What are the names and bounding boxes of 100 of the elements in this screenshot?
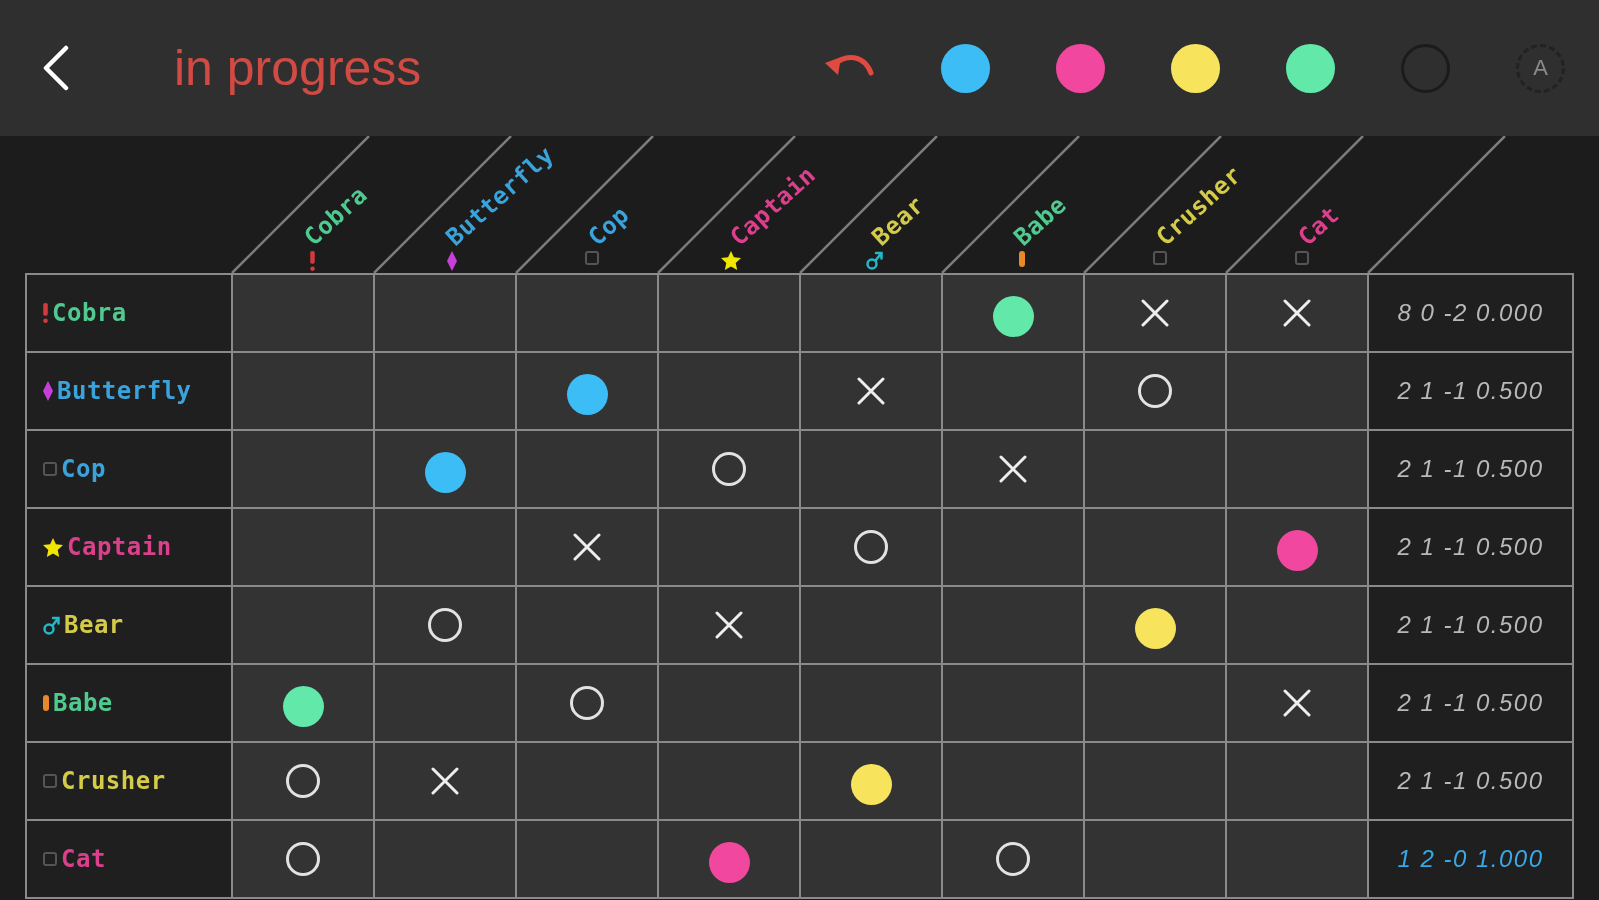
grid-cell[interactable] bbox=[375, 743, 515, 819]
grid-cell[interactable] bbox=[801, 275, 941, 351]
grid-cell[interactable] bbox=[659, 431, 799, 507]
grid-cell[interactable] bbox=[375, 665, 515, 741]
grid-cell[interactable] bbox=[801, 431, 941, 507]
row-player-name: Cop bbox=[61, 457, 106, 481]
cross-icon bbox=[1283, 299, 1311, 327]
grid-cell[interactable] bbox=[1227, 509, 1367, 585]
grid-cell[interactable] bbox=[233, 743, 373, 819]
grid-cell[interactable] bbox=[233, 353, 373, 429]
exclamation-icon bbox=[310, 251, 315, 271]
grid-cell[interactable] bbox=[1085, 431, 1225, 507]
male-sign-icon bbox=[43, 615, 60, 635]
grid-cell[interactable] bbox=[659, 353, 799, 429]
grid-cell[interactable] bbox=[375, 509, 515, 585]
grid-cell[interactable] bbox=[517, 743, 657, 819]
score-text: 2 1 -1 0.500 bbox=[1397, 769, 1544, 793]
grid-cell[interactable] bbox=[943, 821, 1083, 897]
cross-icon bbox=[857, 377, 885, 405]
cross-icon bbox=[715, 611, 743, 639]
square-outline-icon bbox=[43, 774, 57, 788]
grid-cell[interactable] bbox=[1085, 587, 1225, 663]
diamond-icon bbox=[447, 251, 457, 271]
row-player-name: Crusher bbox=[61, 769, 166, 793]
score-text: 2 1 -1 0.500 bbox=[1397, 379, 1544, 403]
score-text: 1 2 -0 1.000 bbox=[1397, 847, 1544, 871]
grid-cell[interactable] bbox=[375, 587, 515, 663]
ring-icon bbox=[712, 452, 746, 486]
grid-cell[interactable] bbox=[943, 743, 1083, 819]
row-player-name: Bear bbox=[64, 613, 124, 637]
grid-cell[interactable] bbox=[1227, 821, 1367, 897]
grid-cell[interactable] bbox=[517, 665, 657, 741]
ring-icon bbox=[996, 842, 1030, 876]
capsule-icon bbox=[43, 695, 49, 711]
grid-cell[interactable] bbox=[1227, 275, 1367, 351]
grid-cell[interactable] bbox=[943, 665, 1083, 741]
grid-cell[interactable] bbox=[1227, 587, 1367, 663]
grid-cell[interactable] bbox=[233, 509, 373, 585]
ring-icon bbox=[286, 842, 320, 876]
grid-cell[interactable] bbox=[1085, 665, 1225, 741]
ring-icon bbox=[286, 764, 320, 798]
exclamation-icon bbox=[43, 303, 48, 323]
grid-cell[interactable] bbox=[517, 587, 657, 663]
grid-cell[interactable] bbox=[943, 509, 1083, 585]
grid-cell[interactable] bbox=[517, 431, 657, 507]
row-player-name: Butterfly bbox=[57, 379, 192, 403]
color-swatch-button[interactable] bbox=[1286, 43, 1335, 93]
grid-cell[interactable] bbox=[659, 587, 799, 663]
grid-cell[interactable] bbox=[233, 587, 373, 663]
star-icon bbox=[43, 537, 63, 557]
grid-cell[interactable] bbox=[517, 821, 657, 897]
square-outline-icon bbox=[1295, 251, 1309, 265]
grid-cell[interactable] bbox=[1227, 353, 1367, 429]
grid-cell[interactable] bbox=[1085, 275, 1225, 351]
ring-icon bbox=[428, 608, 462, 642]
ring-icon bbox=[854, 530, 888, 564]
color-swatch-button[interactable] bbox=[941, 43, 990, 93]
grid-cell[interactable] bbox=[943, 275, 1083, 351]
grid-cell[interactable] bbox=[375, 431, 515, 507]
score-text: 2 1 -1 0.500 bbox=[1397, 457, 1544, 481]
color-swatch-button[interactable] bbox=[1056, 43, 1105, 93]
grid-cell[interactable] bbox=[1227, 431, 1367, 507]
grid-cell[interactable] bbox=[1085, 509, 1225, 585]
grid-cell[interactable] bbox=[233, 275, 373, 351]
grid-cell[interactable] bbox=[659, 665, 799, 741]
grid-cell[interactable] bbox=[801, 587, 941, 663]
square-outline-icon bbox=[43, 852, 57, 866]
grid-cell[interactable] bbox=[233, 821, 373, 897]
grid-cell[interactable] bbox=[1227, 665, 1367, 741]
grid-cell[interactable] bbox=[517, 353, 657, 429]
grid-cell[interactable] bbox=[1227, 743, 1367, 819]
grid-cell[interactable] bbox=[943, 353, 1083, 429]
grid-cell[interactable] bbox=[801, 353, 941, 429]
grid-cell[interactable] bbox=[943, 587, 1083, 663]
grid-cell[interactable] bbox=[659, 821, 799, 897]
grid-cell[interactable] bbox=[801, 743, 941, 819]
grid-cell[interactable] bbox=[659, 275, 799, 351]
grid-cell[interactable] bbox=[801, 821, 941, 897]
grid-cell[interactable] bbox=[943, 431, 1083, 507]
grid-cell[interactable] bbox=[801, 509, 941, 585]
capsule-icon bbox=[1019, 251, 1025, 267]
grid-cell[interactable] bbox=[1085, 821, 1225, 897]
grid-cell[interactable] bbox=[233, 665, 373, 741]
grid-cell[interactable] bbox=[375, 353, 515, 429]
row-player-name: Cobra bbox=[52, 301, 127, 325]
color-swatch-button[interactable] bbox=[1171, 43, 1220, 93]
grid-cell[interactable] bbox=[659, 509, 799, 585]
row-player-name: Babe bbox=[53, 691, 113, 715]
grid-cell[interactable] bbox=[1085, 353, 1225, 429]
grid-cell[interactable] bbox=[517, 275, 657, 351]
grid-cell[interactable] bbox=[517, 509, 657, 585]
grid-cell[interactable] bbox=[659, 743, 799, 819]
square-outline-icon bbox=[585, 251, 599, 265]
grid-cell[interactable] bbox=[375, 821, 515, 897]
grid-cell[interactable] bbox=[233, 431, 373, 507]
grid-cell[interactable] bbox=[1085, 743, 1225, 819]
back-chevron-icon bbox=[43, 45, 69, 91]
grid-cell[interactable] bbox=[801, 665, 941, 741]
grid-cell[interactable] bbox=[375, 275, 515, 351]
cross-icon bbox=[573, 533, 601, 561]
